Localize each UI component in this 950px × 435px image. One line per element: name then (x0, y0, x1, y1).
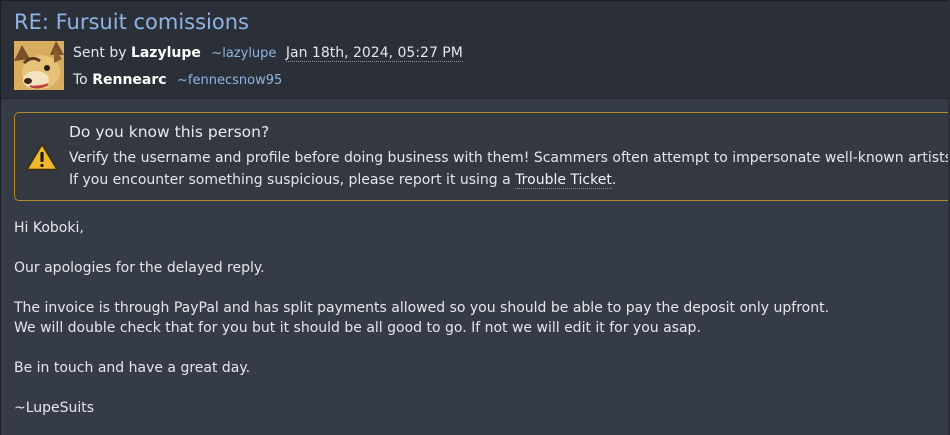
avatar-image (14, 41, 64, 90)
recipient-handle-link[interactable]: ~fennecsnow95 (177, 73, 282, 88)
message-signature: ~LupeSuits (14, 400, 95, 416)
message-greeting: Hi Koboki, (14, 220, 84, 236)
warning-report-prefix: If you encounter something suspicious, p… (69, 172, 511, 188)
message-paragraph: Our apologies for the delayed reply. (14, 260, 265, 276)
message-date: Jan 18th, 2024, 05:27 PM (285, 45, 463, 62)
trouble-ticket-link[interactable]: Trouble Ticket (515, 172, 612, 189)
warning-triangle-icon (26, 143, 58, 171)
scam-warning-notice: Do you know this person? Verify the user… (14, 112, 950, 201)
sender-name-link[interactable]: Lazylupe (131, 45, 201, 61)
sent-by-line: Sent by Lazylupe ~lazylupe Jan 18th, 202… (73, 45, 463, 62)
to-line: To Rennearc ~fennecsnow95 (73, 72, 282, 88)
sent-by-label: Sent by (73, 45, 127, 61)
sender-avatar[interactable] (14, 41, 64, 90)
to-label: To (73, 72, 88, 88)
recipient-name-link[interactable]: Rennearc (92, 72, 166, 88)
message-paragraph: Be in touch and have a great day. (14, 360, 251, 376)
message-paragraph: We will double check that for you but it… (14, 320, 701, 336)
sender-handle-link[interactable]: ~lazylupe (211, 46, 276, 61)
message-paragraph: The invoice is through PayPal and has sp… (14, 300, 830, 316)
warning-title: Do you know this person? (69, 123, 270, 141)
warning-text: Verify the username and profile before d… (69, 150, 950, 166)
warning-report-suffix: . (611, 172, 617, 188)
message-subject: RE: Fursuit comissions (14, 10, 249, 34)
message-header: RE: Fursuit comissions Sent by Lazylupe … (1, 1, 950, 99)
warning-report-text: If you encounter something suspicious, p… (69, 172, 617, 189)
